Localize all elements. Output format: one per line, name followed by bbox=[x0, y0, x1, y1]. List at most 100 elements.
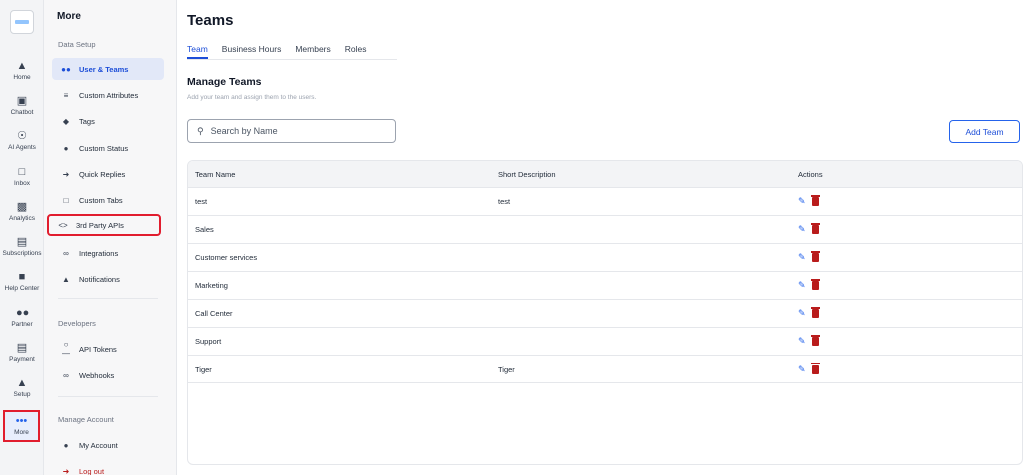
sidebar-item-label: Custom Status bbox=[79, 143, 129, 153]
cell-team-name: Call Center bbox=[195, 309, 233, 318]
rail-item-label: Payment bbox=[9, 356, 35, 363]
help-icon: ■ bbox=[18, 271, 26, 283]
sidebar-item-log-out[interactable]: ➜ Log out bbox=[52, 460, 164, 475]
delete-icon[interactable] bbox=[810, 335, 820, 346]
sidebar-item-label: Webhooks bbox=[79, 370, 115, 380]
sidebar-item-label: Tags bbox=[79, 116, 95, 126]
sidebar-item-my-account[interactable]: ● My Account bbox=[52, 434, 164, 456]
sidebar-item-tags[interactable]: ◆ Tags bbox=[52, 110, 164, 132]
rail-item-more[interactable]: ••• More bbox=[3, 410, 40, 442]
table-header: Team Name Short Description Actions bbox=[188, 161, 1022, 187]
sidebar-item-api-tokens[interactable]: ○— API Tokens bbox=[52, 338, 164, 360]
delete-icon[interactable] bbox=[810, 279, 820, 290]
cell-actions: ✎ bbox=[798, 335, 998, 347]
tag-icon: ◆ bbox=[62, 116, 70, 126]
rail-item-label: Home bbox=[13, 74, 31, 81]
sidebar-item-label: Notifications bbox=[79, 274, 120, 284]
tabs-icon: □ bbox=[63, 195, 69, 205]
card-icon: ▤ bbox=[16, 342, 28, 354]
cell-actions: ✎ bbox=[798, 362, 998, 375]
main-content: Teams Team Business Hours Members Roles … bbox=[187, 0, 1024, 475]
sidebar-item-label: Log out bbox=[79, 466, 105, 475]
add-team-button[interactable]: Add Team bbox=[949, 120, 1020, 143]
rail-item-setup[interactable]: ▲ Setup bbox=[0, 377, 44, 398]
tab-members[interactable]: Members bbox=[295, 44, 330, 59]
sidebar-item-user-teams[interactable]: ●● User & Teams bbox=[52, 58, 164, 80]
header-team-name: Team Name bbox=[195, 169, 236, 179]
app-logo[interactable] bbox=[10, 10, 34, 34]
rail-item-payment[interactable]: ▤ Payment bbox=[0, 342, 44, 363]
cell-actions: ✎ bbox=[798, 195, 998, 207]
edit-icon[interactable]: ✎ bbox=[798, 196, 806, 207]
rail-item-partner[interactable]: ●● Partner bbox=[0, 307, 44, 328]
rail-item-home[interactable]: ▲ Home bbox=[0, 60, 44, 81]
table-row: Support ✎ bbox=[188, 327, 1022, 355]
partner-icon: ●● bbox=[16, 307, 30, 319]
cell-team-name: Marketing bbox=[195, 281, 228, 290]
delete-icon[interactable] bbox=[810, 251, 820, 262]
delete-icon[interactable] bbox=[810, 223, 820, 234]
sidebar-item-label: Custom Attributes bbox=[79, 90, 139, 100]
delete-icon[interactable] bbox=[810, 362, 820, 374]
tab-team[interactable]: Team bbox=[187, 44, 208, 59]
sidebar-item-3rd-party-apis[interactable]: <> 3rd Party APIs bbox=[47, 214, 161, 236]
person-icon: ● bbox=[63, 440, 69, 450]
bell-icon: ▲ bbox=[62, 274, 70, 284]
sidebar-title: More bbox=[57, 11, 81, 22]
cell-actions: ✎ bbox=[798, 251, 998, 263]
rail-item-help-center[interactable]: ■ Help Center bbox=[0, 271, 44, 292]
list-icon: ≡ bbox=[63, 90, 69, 100]
monitor-icon: ▤ bbox=[16, 236, 28, 248]
sidebar-item-integrations[interactable]: ∞ Integrations bbox=[52, 242, 164, 264]
table-row: Marketing ✎ bbox=[188, 271, 1022, 299]
table-row: test test ✎ bbox=[188, 187, 1022, 215]
cell-team-name: test bbox=[195, 197, 208, 206]
section-data-setup: Data Setup bbox=[58, 40, 96, 49]
rail-item-analytics[interactable]: ▩ Analytics bbox=[0, 201, 44, 222]
rail-item-chatbot[interactable]: ▣ Chatbot bbox=[0, 95, 44, 116]
search-icon: ⚲ bbox=[197, 125, 204, 136]
sidebar-item-label: Custom Tabs bbox=[79, 195, 123, 205]
more-icon: ••• bbox=[15, 415, 28, 427]
robot-icon: ▣ bbox=[16, 95, 28, 107]
sidebar-item-custom-status[interactable]: ● Custom Status bbox=[52, 137, 164, 159]
sidebar-divider bbox=[58, 298, 158, 299]
link-icon: ∞ bbox=[63, 248, 69, 258]
sidebar-item-label: 3rd Party APIs bbox=[76, 220, 124, 230]
sidebar-item-label: Quick Replies bbox=[79, 169, 126, 179]
sidebar-item-custom-attributes[interactable]: ≡ Custom Attributes bbox=[52, 84, 164, 106]
table-row: Call Center ✎ bbox=[188, 299, 1022, 327]
section-subtitle: Add your team and assign them to the use… bbox=[187, 94, 317, 101]
sidebar-divider bbox=[58, 396, 158, 397]
edit-icon[interactable]: ✎ bbox=[798, 280, 806, 291]
tab-business-hours[interactable]: Business Hours bbox=[222, 44, 282, 59]
rail-item-inbox[interactable]: □ Inbox bbox=[0, 166, 44, 187]
home-icon: ▲ bbox=[16, 60, 28, 72]
edit-icon[interactable]: ✎ bbox=[798, 224, 806, 235]
sidebar-item-label: My Account bbox=[79, 440, 118, 450]
search-input[interactable]: ⚲ Search by Name bbox=[187, 119, 396, 143]
edit-icon[interactable]: ✎ bbox=[798, 308, 806, 319]
app-window: ▲ Home ▣ Chatbot ☉ AI Agents □ Inbox ▩ A… bbox=[0, 0, 1024, 475]
delete-icon[interactable] bbox=[810, 195, 820, 206]
code-icon: <> bbox=[58, 220, 68, 230]
chart-icon: ▩ bbox=[16, 201, 28, 213]
rail-item-label: Chatbot bbox=[10, 109, 34, 116]
sidebar-item-notifications[interactable]: ▲ Notifications bbox=[52, 268, 164, 290]
sidebar-item-label: User & Teams bbox=[79, 64, 129, 74]
edit-icon[interactable]: ✎ bbox=[798, 364, 806, 375]
delete-icon[interactable] bbox=[810, 307, 820, 318]
cell-team-name: Support bbox=[195, 337, 222, 346]
status-icon: ● bbox=[63, 143, 69, 153]
cell-team-name: Customer services bbox=[195, 253, 258, 262]
edit-icon[interactable]: ✎ bbox=[798, 336, 806, 347]
edit-icon[interactable]: ✎ bbox=[798, 252, 806, 263]
sidebar-item-quick-replies[interactable]: ➜ Quick Replies bbox=[52, 163, 164, 185]
tab-roles[interactable]: Roles bbox=[345, 44, 367, 59]
sidebar-item-webhooks[interactable]: ∞ Webhooks bbox=[52, 364, 164, 386]
sidebar-item-custom-tabs[interactable]: □ Custom Tabs bbox=[52, 189, 164, 211]
section-title: Manage Teams bbox=[187, 76, 262, 88]
inbox-icon: □ bbox=[18, 166, 26, 178]
rail-item-subscriptions[interactable]: ▤ Subscriptions bbox=[0, 236, 44, 257]
rail-item-ai-agents[interactable]: ☉ AI Agents bbox=[0, 130, 44, 151]
